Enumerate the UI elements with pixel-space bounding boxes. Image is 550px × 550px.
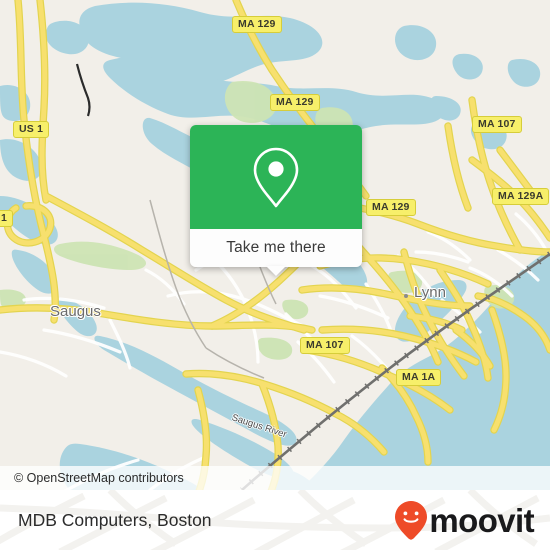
page-title: MDB Computers, Boston <box>18 509 212 530</box>
take-me-there-label: Take me there <box>226 239 326 256</box>
moovit-wordmark: moovit <box>429 501 534 539</box>
map-pin-icon <box>253 147 299 208</box>
place-dot-lynn <box>404 294 408 298</box>
road-shield[interactable]: MA 129A <box>492 188 550 205</box>
attribution-bar: © OpenStreetMap contributors <box>0 466 550 490</box>
road-shield[interactable]: US 1 <box>13 121 50 138</box>
callout-pointer-tail <box>266 266 286 276</box>
footer-bar: MDB Computers, Boston moovit <box>0 490 550 550</box>
road-shield[interactable]: MA 129 <box>270 94 320 111</box>
road-shield[interactable]: MA 1A <box>396 369 442 386</box>
road-shield[interactable]: MA 129 <box>366 199 416 216</box>
location-callout-card[interactable]: Take me there <box>190 125 362 276</box>
take-me-there-button[interactable]: Take me there <box>190 229 362 276</box>
place-label-lynn: Lynn <box>414 284 446 301</box>
road-shield[interactable]: MA 107 <box>472 116 522 133</box>
callout-icon-area <box>190 125 362 229</box>
moovit-brand: moovit <box>394 500 535 540</box>
attribution-text: © OpenStreetMap contributors <box>14 471 184 485</box>
place-label-saugus: Saugus <box>50 303 101 320</box>
road-shield[interactable]: 1 <box>0 210 14 227</box>
road-shield[interactable]: MA 129 <box>232 16 282 33</box>
road-shield[interactable]: MA 107 <box>300 337 350 354</box>
moovit-map-screenshot: MA 129 MA 129 MA 107 MA 129 MA 129A US 1… <box>0 0 550 550</box>
moovit-pin-smiley-icon <box>395 501 428 540</box>
